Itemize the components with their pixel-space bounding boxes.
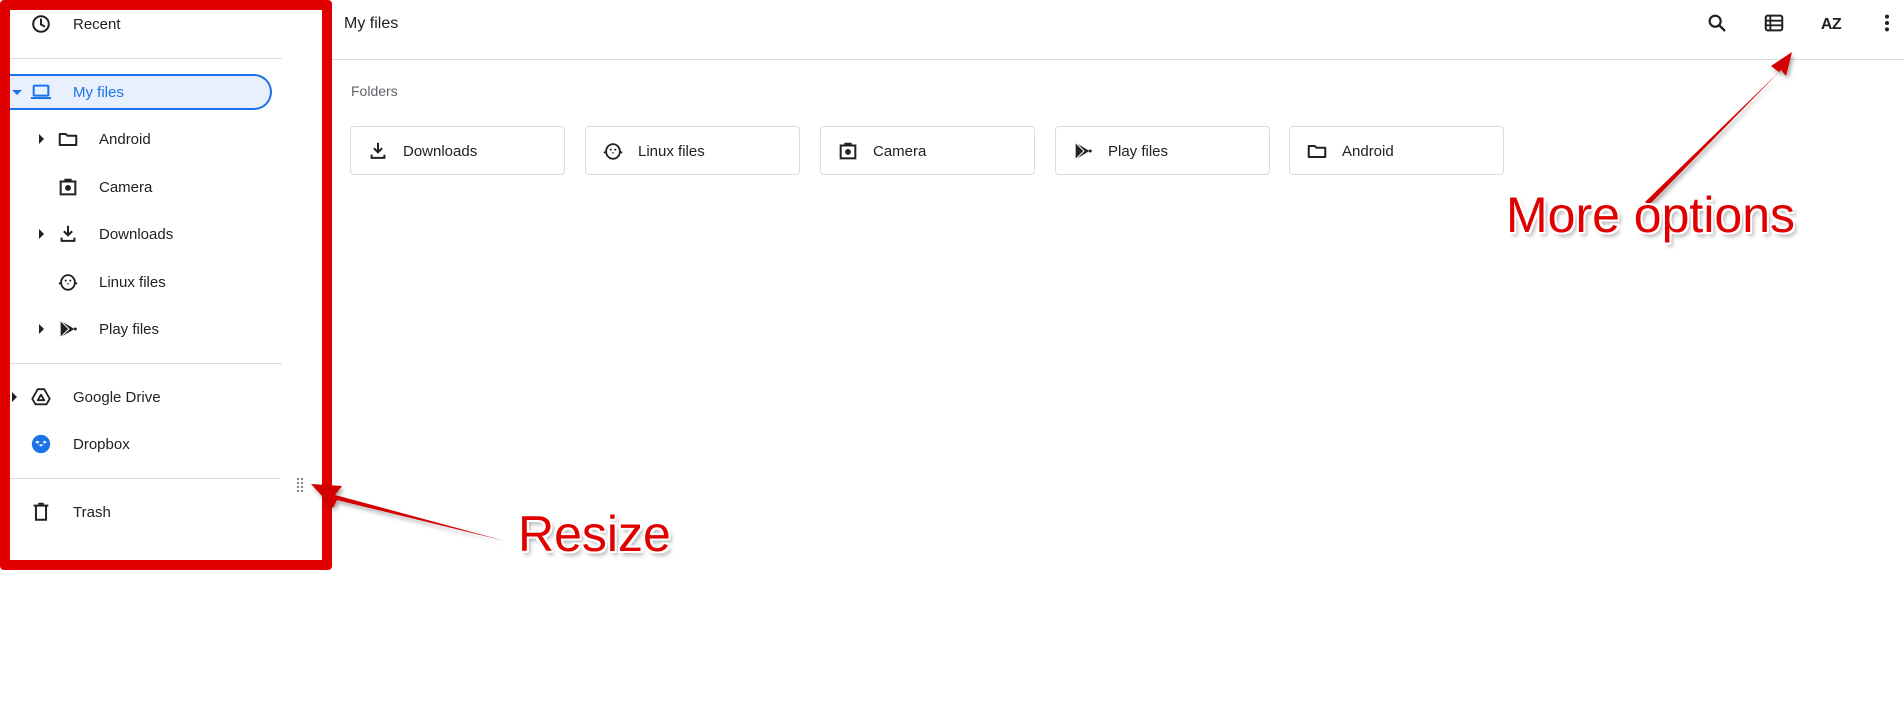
- folder-tile-label: Linux files: [638, 143, 705, 160]
- download-icon: [367, 140, 389, 162]
- laptop-icon: [30, 81, 52, 103]
- sidebar-item-camera[interactable]: Camera: [0, 167, 282, 207]
- folder-tile-android[interactable]: Android: [1289, 126, 1504, 175]
- folder-tile-downloads[interactable]: Downloads: [350, 126, 565, 175]
- sort-az-icon: AZ: [1820, 16, 1842, 33]
- folder-icon: [1306, 140, 1328, 162]
- expand-arrow-icon[interactable]: [39, 134, 44, 144]
- more-vert-icon: [1876, 12, 1898, 39]
- list-view-icon: [1763, 12, 1785, 39]
- folder-icon: [57, 128, 79, 150]
- sidebar-item-label: Trash: [73, 503, 111, 521]
- switch-view-button[interactable]: [1761, 12, 1787, 38]
- divider: [10, 58, 282, 59]
- clock-icon: [30, 13, 52, 35]
- sidebar-item-label: Dropbox: [73, 435, 130, 453]
- header-divider: [332, 59, 1904, 60]
- folder-tile-label: Play files: [1108, 143, 1169, 160]
- sidebar-item-label: Android: [99, 130, 151, 148]
- sidebar-item-google-drive[interactable]: Google Drive: [0, 377, 282, 417]
- sidebar-item-label: Linux files: [99, 273, 166, 291]
- sidebar-item-label: Recent: [73, 15, 121, 33]
- divider: [10, 363, 282, 364]
- folder-tile-label: Downloads: [403, 143, 478, 160]
- sidebar-item-play-files[interactable]: Play files: [0, 309, 282, 349]
- sidebar-item-label: Camera: [99, 178, 153, 196]
- sidebar-item-downloads[interactable]: Downloads: [0, 214, 282, 254]
- sidebar-item-label: My files: [73, 83, 124, 101]
- annotation-resize-label: Resize: [518, 506, 671, 562]
- expand-arrow-icon[interactable]: [39, 229, 44, 239]
- expand-arrow-icon[interactable]: [12, 90, 22, 95]
- sidebar-item-label: Play files: [99, 320, 160, 338]
- more-options-arrow: [1645, 52, 1792, 205]
- more-options-button[interactable]: [1874, 12, 1900, 38]
- folder-tile-label: Android: [1342, 143, 1394, 160]
- page-title: My files: [344, 15, 399, 32]
- folder-tile-label: Camera: [873, 143, 927, 160]
- resize-handle[interactable]: [296, 477, 304, 493]
- resize-arrow: [311, 484, 505, 541]
- annotation-more-options-label: More options: [1506, 187, 1796, 243]
- expand-arrow-icon[interactable]: [39, 324, 44, 334]
- sidebar-item-android[interactable]: Android: [0, 119, 282, 159]
- search-icon: [1706, 12, 1728, 39]
- folder-tile-play-files[interactable]: Play files: [1055, 126, 1270, 175]
- dropbox-icon: [30, 433, 52, 455]
- sidebar-item-trash[interactable]: Trash: [0, 492, 282, 532]
- google-drive-icon: [30, 386, 52, 408]
- play-store-icon: [57, 318, 79, 340]
- penguin-icon: [602, 140, 624, 162]
- sidebar-item-recent[interactable]: Recent: [0, 4, 282, 44]
- search-button[interactable]: [1704, 12, 1730, 38]
- sidebar-item-label: Google Drive: [73, 388, 161, 406]
- trash-icon: [30, 501, 52, 523]
- penguin-icon: [57, 271, 79, 293]
- sidebar-item-my-files[interactable]: My files: [0, 72, 272, 112]
- play-store-icon: [1072, 140, 1094, 162]
- camera-icon: [57, 176, 79, 198]
- sidebar-item-label: Downloads: [99, 225, 174, 243]
- divider: [10, 478, 280, 479]
- expand-arrow-icon[interactable]: [12, 392, 17, 402]
- section-label-folders: Folders: [351, 83, 398, 99]
- camera-icon: [837, 140, 859, 162]
- download-icon: [57, 223, 79, 245]
- sort-button[interactable]: AZ: [1818, 12, 1844, 38]
- sidebar-item-dropbox[interactable]: Dropbox: [0, 424, 282, 464]
- sidebar: Recent My files Android Camera Downloads: [0, 0, 332, 568]
- folder-tile-linux-files[interactable]: Linux files: [585, 126, 800, 175]
- sidebar-item-linux-files[interactable]: Linux files: [0, 262, 282, 302]
- folder-tile-camera[interactable]: Camera: [820, 126, 1035, 175]
